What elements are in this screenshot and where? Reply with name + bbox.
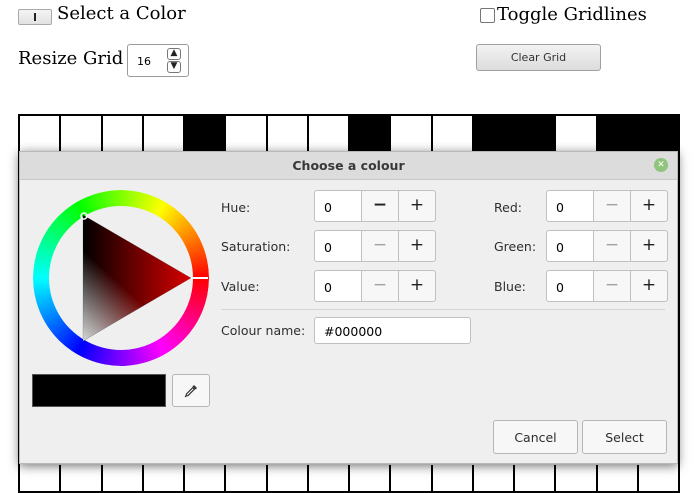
grid-size-input[interactable]: 16 ▲ ▼ <box>127 44 189 77</box>
colour-wheel[interactable] <box>33 190 209 366</box>
red-decrement-button[interactable]: − <box>594 190 631 222</box>
grid-cell[interactable] <box>185 116 227 156</box>
dialog-title: Choose a colour <box>292 158 405 173</box>
grid-cell[interactable] <box>143 116 185 156</box>
grid-cell[interactable] <box>308 465 350 491</box>
value-decrement-button[interactable]: − <box>362 270 399 302</box>
grid-cell[interactable] <box>267 465 309 491</box>
grid-cell[interactable] <box>515 465 557 491</box>
grid-cell[interactable] <box>308 116 350 156</box>
select-color-button[interactable] <box>18 9 52 25</box>
toggle-gridlines-label: Toggle Gridlines <box>497 4 647 25</box>
hue-label: Hue: <box>221 200 251 215</box>
red-field[interactable]: 0 <box>546 190 594 222</box>
choose-colour-dialog: Choose a colour ✕ Hue: 0 − + Saturation:… <box>19 151 678 464</box>
colour-name-field[interactable]: #000000 <box>314 317 471 344</box>
grid-cell[interactable] <box>432 465 474 491</box>
green-field[interactable]: 0 <box>546 230 594 262</box>
dialog-divider <box>221 309 665 310</box>
select-button[interactable]: Select <box>582 420 667 454</box>
grid-cell[interactable] <box>102 465 144 491</box>
grid-cell[interactable] <box>638 465 678 491</box>
red-increment-button[interactable]: + <box>631 190 668 222</box>
grid-size-stepper[interactable]: ▲ ▼ <box>167 48 181 73</box>
cancel-button[interactable]: Cancel <box>493 420 578 454</box>
grid-cell[interactable] <box>597 116 639 156</box>
grid-size-value: 16 <box>137 55 151 68</box>
close-icon[interactable]: ✕ <box>654 158 668 172</box>
hue-field[interactable]: 0 <box>314 190 362 222</box>
resize-grid-label: Resize Grid <box>18 48 124 69</box>
grid-cell[interactable] <box>226 116 268 156</box>
value-field[interactable]: 0 <box>314 270 362 302</box>
grid-cell[interactable] <box>20 465 62 491</box>
green-increment-button[interactable]: + <box>631 230 668 262</box>
saturation-label: Saturation: <box>221 239 291 254</box>
blue-decrement-button[interactable]: − <box>594 270 631 302</box>
dialog-titlebar: Choose a colour ✕ <box>20 152 677 180</box>
grid-cell[interactable] <box>432 116 474 156</box>
saturation-decrement-button[interactable]: − <box>362 230 399 262</box>
saturation-increment-button[interactable]: + <box>399 230 436 262</box>
grid-cell[interactable] <box>143 465 185 491</box>
grid-cell[interactable] <box>185 465 227 491</box>
grid-cell[interactable] <box>473 465 515 491</box>
grid-cell[interactable] <box>473 116 515 156</box>
eyedropper-button[interactable] <box>172 374 210 407</box>
blue-label: Blue: <box>494 279 526 294</box>
grid-cell[interactable] <box>350 465 392 491</box>
chevron-up-icon[interactable]: ▲ <box>167 48 181 60</box>
clear-grid-button[interactable]: Clear Grid <box>476 44 601 71</box>
value-increment-button[interactable]: + <box>399 270 436 302</box>
grid-top-row <box>20 116 678 156</box>
grid-bottom-row <box>20 465 678 491</box>
grid-cell[interactable] <box>391 116 433 156</box>
green-decrement-button[interactable]: − <box>594 230 631 262</box>
grid-cell[interactable] <box>61 116 103 156</box>
blue-increment-button[interactable]: + <box>631 270 668 302</box>
colour-name-label: Colour name: <box>221 323 306 338</box>
saturation-field[interactable]: 0 <box>314 230 362 262</box>
chevron-down-icon[interactable]: ▼ <box>167 61 181 73</box>
colour-preview-swatch <box>32 374 166 407</box>
eyedropper-icon <box>184 384 197 397</box>
grid-cell[interactable] <box>102 116 144 156</box>
grid-cell[interactable] <box>556 465 598 491</box>
grid-cell[interactable] <box>267 116 309 156</box>
blue-field[interactable]: 0 <box>546 270 594 302</box>
red-label: Red: <box>494 200 522 215</box>
hue-decrement-button[interactable]: − <box>362 190 399 222</box>
grid-cell[interactable] <box>226 465 268 491</box>
hue-increment-button[interactable]: + <box>399 190 436 222</box>
select-color-label: Select a Color <box>57 3 186 24</box>
grid-cell[interactable] <box>391 465 433 491</box>
grid-cell[interactable] <box>20 116 62 156</box>
value-label: Value: <box>221 279 260 294</box>
grid-cell[interactable] <box>556 116 598 156</box>
grid-cell[interactable] <box>350 116 392 156</box>
grid-cell[interactable] <box>515 116 557 156</box>
grid-cell[interactable] <box>597 465 639 491</box>
toggle-gridlines-checkbox[interactable] <box>480 8 495 23</box>
green-label: Green: <box>494 239 537 254</box>
grid-cell[interactable] <box>638 116 678 156</box>
toggle-gridlines[interactable]: Toggle Gridlines <box>480 4 647 25</box>
grid-cell[interactable] <box>61 465 103 491</box>
